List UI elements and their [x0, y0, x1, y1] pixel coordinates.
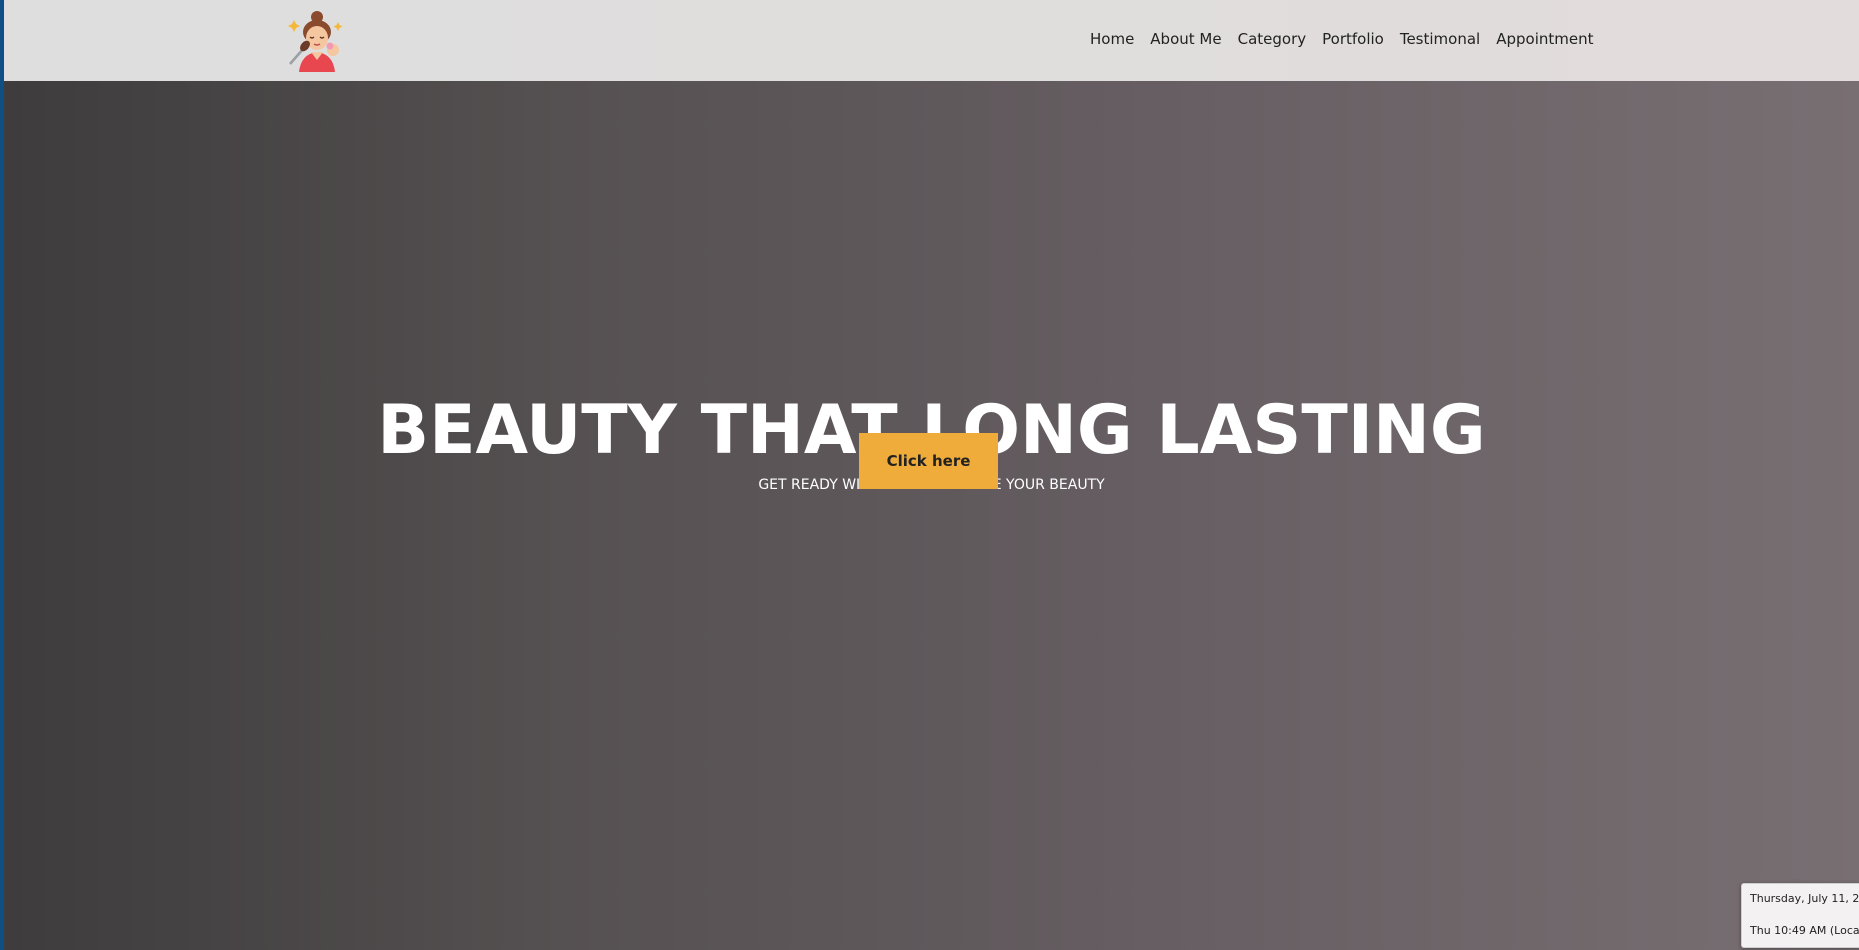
datetime-tooltip: Thursday, July 11, 202 Thu 10:49 AM (Loc… — [1741, 883, 1859, 948]
nav-home-link[interactable]: Home — [1090, 28, 1134, 50]
page: Home About Me Category Portfolio Testimo… — [0, 0, 1859, 950]
top-navbar: Home About Me Category Portfolio Testimo… — [4, 0, 1859, 81]
click-here-button[interactable]: Click here — [859, 433, 998, 489]
makeup-artist-logo-icon[interactable] — [284, 8, 350, 72]
nav-category-link[interactable]: Category — [1238, 28, 1307, 50]
tooltip-date-text: Thursday, July 11, 202 — [1750, 892, 1859, 905]
nav-appointment-link[interactable]: Appointment — [1496, 28, 1593, 50]
nav-testimonal-link[interactable]: Testimonal — [1400, 28, 1480, 50]
main-nav: Home About Me Category Portfolio Testimo… — [1090, 28, 1593, 50]
nav-portfolio-link[interactable]: Portfolio — [1322, 28, 1384, 50]
nav-about-me-link[interactable]: About Me — [1150, 28, 1221, 50]
tooltip-time-text: Thu 10:49 AM (Local — [1750, 924, 1859, 937]
hero-section: BEAUTY THAT LONG LASTING GET READY WITH … — [4, 81, 1859, 950]
